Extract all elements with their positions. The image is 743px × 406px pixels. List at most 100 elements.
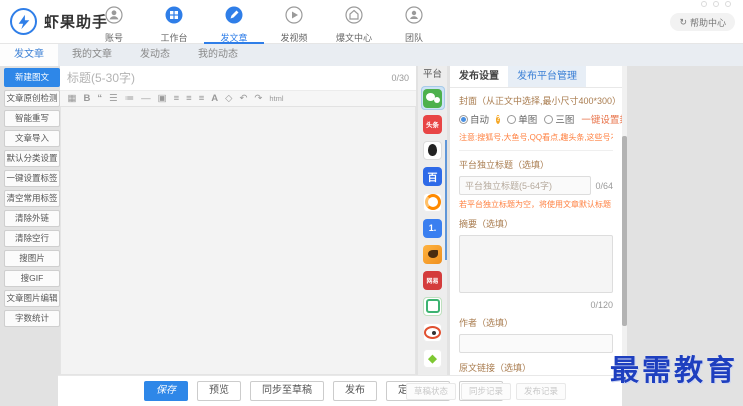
eye-icon	[423, 322, 442, 342]
nav-item-publish-article[interactable]: 发文章	[204, 4, 264, 44]
media-icon[interactable]: ▣	[154, 91, 170, 106]
sidebar-item-new-article[interactable]: 新建图文	[4, 68, 60, 87]
help-center-button[interactable]: ↻ 帮助中心	[670, 13, 735, 31]
sidebar-item-article-import[interactable]: 文章导入	[4, 130, 60, 147]
align-center-icon[interactable]: ≡	[183, 91, 196, 106]
platform-item-dayu[interactable]	[421, 190, 445, 214]
cover-radio-auto[interactable]: 自动	[459, 112, 489, 126]
sync-record-button[interactable]: 同步记录	[461, 383, 512, 400]
sidebar-item-set-tags[interactable]: 一键设置标签	[4, 170, 60, 187]
save-button[interactable]: 保存	[144, 381, 188, 401]
platform-item-green-diamond[interactable]: ◆	[421, 346, 445, 370]
find-replace-icon[interactable]: A	[208, 91, 222, 106]
format-clear-icon[interactable]: ◇	[222, 91, 236, 106]
nav-item-hot-center[interactable]: 爆文中心	[324, 4, 384, 44]
platform-item-yidian[interactable]: 1.	[421, 216, 445, 240]
article-title-bar: 0/30	[60, 66, 416, 90]
preview-button[interactable]: 预览	[197, 381, 241, 401]
platform-item-green-app[interactable]	[421, 294, 445, 318]
refresh-icon: ↻	[679, 16, 687, 27]
sidebar-item-word-count[interactable]: 字数统计	[4, 310, 60, 327]
footer-bar: 保存 预览 同步至草稿 发布 定时发布 关闭 草稿状态 同步记录 发布记录	[58, 375, 622, 406]
platform-item-penguin[interactable]	[421, 138, 445, 162]
tab-my-feed[interactable]: 我的动态	[184, 44, 252, 66]
tab-row: 发文章 我的文章 发动态 我的动态	[0, 44, 743, 66]
author-input[interactable]	[459, 334, 613, 353]
one-click-cover-link[interactable]: 一键设置封面	[581, 112, 622, 126]
sidebar-item-image-editor[interactable]: 文章图片编辑	[4, 290, 60, 307]
platform-item-baijiahao[interactable]: 百	[421, 164, 445, 188]
penguin-icon	[423, 140, 442, 160]
unordered-list-icon[interactable]: ☰	[106, 91, 122, 106]
platform-strip: 平台 头条 百 1. 网易 ◆	[418, 66, 447, 375]
platform-item-toutiao[interactable]: 头条	[421, 112, 445, 136]
lightning-logo-icon	[10, 8, 37, 35]
summary-textarea[interactable]	[459, 235, 613, 293]
radio-label: 三图	[555, 115, 575, 126]
quote-icon[interactable]: “	[94, 91, 106, 106]
user-icon	[105, 6, 123, 29]
independent-title-note: 若平台独立标题为空，将使用文章默认标题	[459, 200, 611, 209]
sidebar-item-remove-links[interactable]: 清除外链	[4, 210, 60, 227]
panel-scrollbar-thumb[interactable]	[622, 136, 627, 326]
nav-item-account[interactable]: 账号	[84, 4, 144, 44]
nav-item-publish-video[interactable]: 发视频	[264, 4, 324, 44]
team-icon	[405, 6, 423, 29]
nav-item-team[interactable]: 团队	[384, 4, 444, 44]
redo-icon[interactable]: ↷	[251, 91, 266, 106]
window-controls[interactable]	[701, 1, 731, 7]
draft-status-button[interactable]: 草稿状态	[406, 383, 457, 400]
publish-button[interactable]: 发布	[333, 381, 377, 401]
tab-my-articles[interactable]: 我的文章	[58, 44, 126, 66]
horizontal-rule-icon[interactable]: —	[138, 91, 155, 106]
sync-draft-button[interactable]: 同步至草稿	[250, 381, 324, 401]
panel-scrollbar[interactable]	[622, 66, 627, 375]
independent-title-input[interactable]	[459, 176, 592, 195]
nav-label: 团队	[404, 33, 423, 43]
cover-radio-three[interactable]: 三图	[544, 112, 574, 126]
sidebar-item-search-gif[interactable]: 搜GIF	[4, 270, 60, 287]
help-question-icon[interactable]: ?	[496, 114, 501, 124]
source-link-label: 原文链接（选填）	[459, 363, 532, 373]
divider	[459, 150, 613, 151]
platform-item-wechat[interactable]	[420, 86, 445, 110]
platform-item-netease[interactable]: 网易	[421, 268, 445, 292]
sidebar-item-clear-tags[interactable]: 清空常用标签	[4, 190, 60, 207]
sidebar-item-smart-rewrite[interactable]: 智能重写	[4, 110, 60, 127]
toutiao-icon: 头条	[423, 114, 442, 134]
align-left-icon[interactable]: ≡	[170, 91, 183, 106]
platform-item-eye[interactable]	[421, 320, 445, 344]
sidebar-item-search-image[interactable]: 搜图片	[4, 250, 60, 267]
platform-strip-scrollbar[interactable]	[445, 140, 447, 260]
panel-tab-publish-settings[interactable]: 发布设置	[450, 66, 508, 87]
summary-label: 摘要（选填）	[459, 219, 514, 229]
platform-item-sohu[interactable]	[421, 242, 445, 266]
sidebar-item-default-category[interactable]: 默认分类设置	[4, 150, 60, 167]
radio-icon	[507, 114, 517, 124]
radio-icon	[459, 114, 468, 124]
html-source-icon[interactable]: html	[266, 91, 287, 106]
panel-tabs: 发布设置 发布平台管理	[450, 66, 622, 88]
ordered-list-icon[interactable]: ≔	[121, 91, 138, 106]
article-content-editor[interactable]	[60, 107, 416, 375]
article-title-input[interactable]	[60, 71, 392, 85]
undo-icon[interactable]: ↶	[236, 91, 251, 106]
align-right-icon[interactable]: ≡	[195, 91, 208, 106]
insert-image-icon[interactable]: ▦	[64, 91, 80, 106]
cover-radio-single[interactable]: 单图	[507, 112, 537, 126]
hot-articles-icon	[345, 6, 363, 29]
cover-options: 自动 ? 单图 三图 一键设置封面	[459, 112, 622, 126]
editor-toolbar: ▦ B “ ☰ ≔ — ▣ ≡ ≡ ≡ A ◇ ↶ ↷ html	[60, 90, 416, 107]
sidebar-item-originality-check[interactable]: 文章原创检测	[4, 90, 60, 107]
publish-record-button[interactable]: 发布记录	[516, 383, 567, 400]
nav-item-workbench[interactable]: 工作台	[144, 4, 204, 44]
independent-title-counter: 0/64	[595, 180, 613, 191]
tab-publish-feed[interactable]: 发动态	[126, 44, 184, 66]
bold-icon[interactable]: B	[80, 91, 94, 106]
sidebar-item-remove-blank-lines[interactable]: 清除空行	[4, 230, 60, 247]
radio-label: 单图	[518, 115, 538, 126]
panel-tab-platform-management[interactable]: 发布平台管理	[508, 66, 586, 87]
green-diamond-icon: ◆	[423, 348, 442, 368]
tab-publish-article[interactable]: 发文章	[0, 44, 58, 66]
baijiahao-icon: 百	[423, 166, 442, 186]
